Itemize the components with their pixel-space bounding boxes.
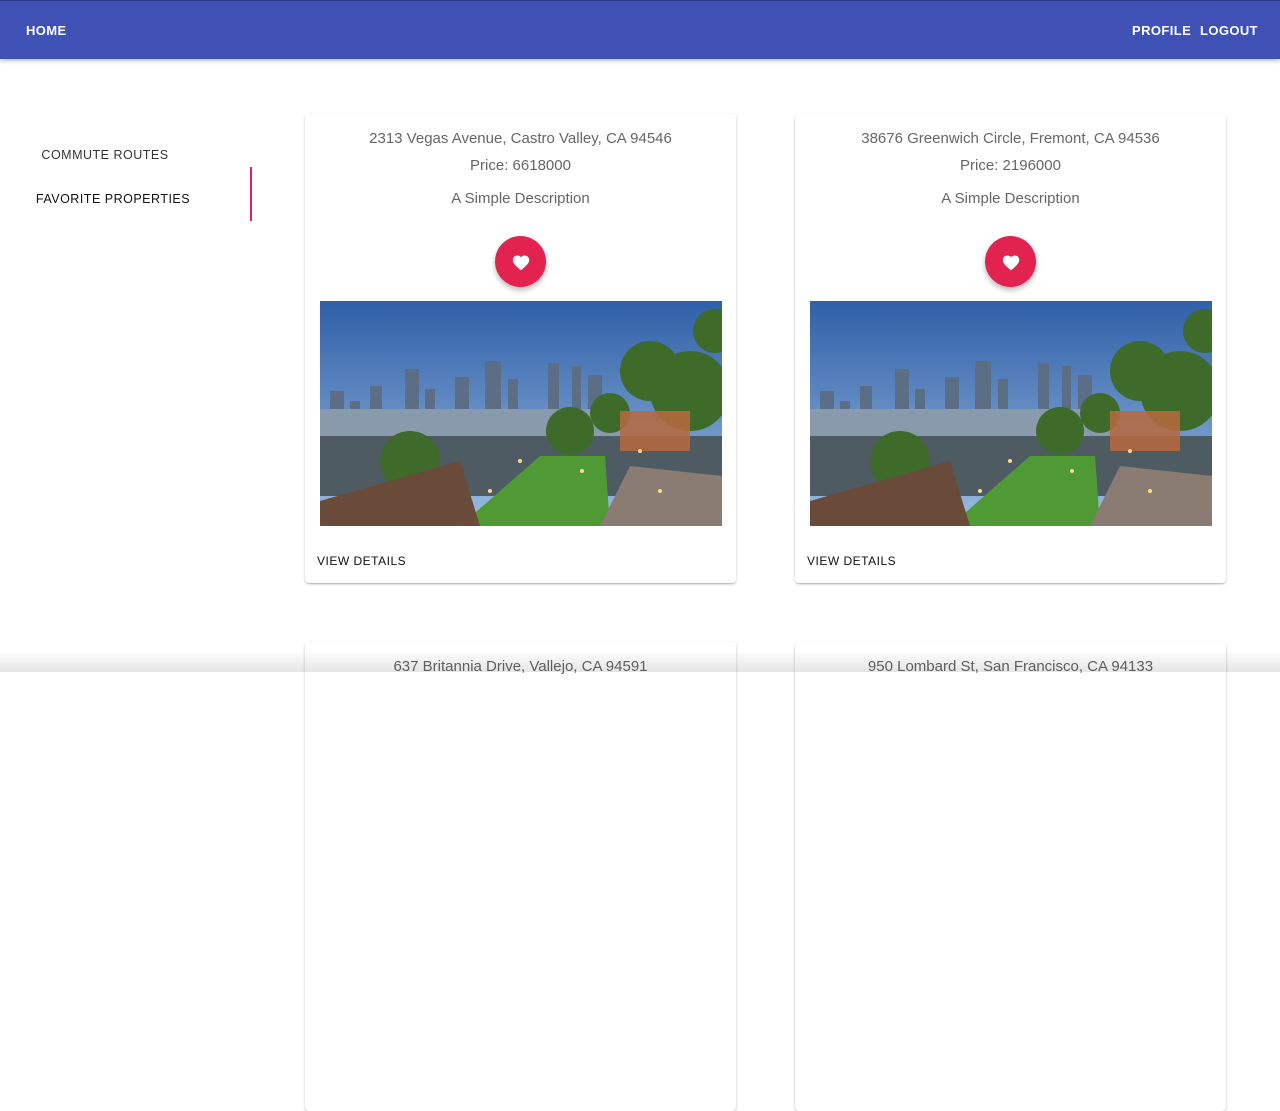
bottom-shadow <box>0 650 1280 672</box>
logout-button[interactable]: LOGOUT <box>1200 1 1258 60</box>
heart-icon <box>512 254 529 270</box>
property-card: 38676 Greenwich Circle, Fremont, CA 9453… <box>795 114 1226 583</box>
tab-favorite-properties[interactable]: FAVORITE PROPERTIES <box>0 192 238 206</box>
tab-selected-indicator <box>250 167 252 221</box>
property-description: A Simple Description <box>941 190 1080 207</box>
home-button[interactable]: HOME <box>26 1 67 60</box>
property-price: Price: 6618000 <box>470 157 571 174</box>
view-details-button[interactable]: VIEW DETAILS <box>807 554 896 568</box>
view-details-button[interactable]: VIEW DETAILS <box>317 554 406 568</box>
property-photo <box>810 301 1212 526</box>
property-address: 2313 Vegas Avenue, Castro Valley, CA 945… <box>369 130 672 147</box>
app-bar: HOME PROFILE LOGOUT <box>0 0 1280 59</box>
heart-icon <box>1002 254 1019 270</box>
profile-button[interactable]: PROFILE <box>1132 1 1191 60</box>
property-description: A Simple Description <box>451 190 590 207</box>
property-photo <box>320 301 722 526</box>
property-card: 637 Britannia Drive, Vallejo, CA 94591 <box>305 642 736 1111</box>
favorite-button[interactable] <box>495 236 546 287</box>
tab-commute-routes[interactable]: COMMUTE ROUTES <box>0 148 230 162</box>
sidebar-tabs: COMMUTE ROUTES FAVORITE PROPERTIES <box>0 133 252 233</box>
property-address: 38676 Greenwich Circle, Fremont, CA 9453… <box>861 130 1160 147</box>
property-card: 950 Lombard St, San Francisco, CA 94133 <box>795 642 1226 1111</box>
property-price: Price: 2196000 <box>960 157 1061 174</box>
favorite-button[interactable] <box>985 236 1036 287</box>
property-card: 2313 Vegas Avenue, Castro Valley, CA 945… <box>305 114 736 583</box>
